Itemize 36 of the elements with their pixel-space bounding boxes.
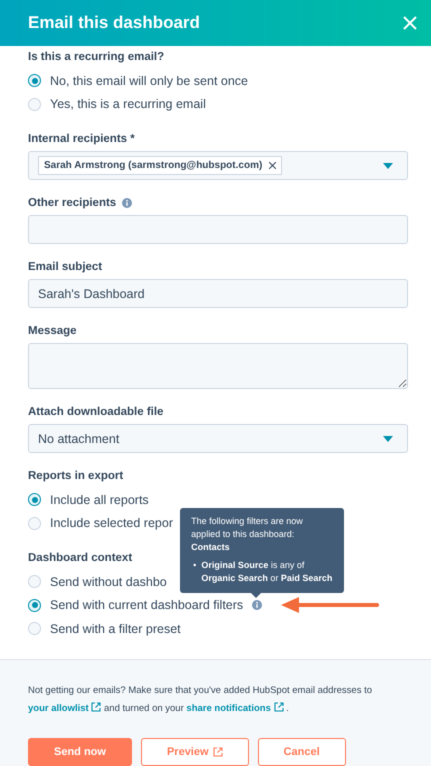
radio-label[interactable]: Include selected repor bbox=[50, 516, 173, 530]
attachment-select[interactable]: No attachment bbox=[28, 424, 408, 453]
radio-button[interactable] bbox=[28, 598, 41, 612]
radio-label[interactable]: No, this email will only be sent once bbox=[50, 74, 248, 88]
caret-icon bbox=[383, 436, 393, 442]
info-icon[interactable] bbox=[122, 198, 132, 208]
field-label: Other recipients bbox=[28, 197, 116, 209]
radio-label[interactable]: Include all reports bbox=[50, 492, 149, 507]
text-field[interactable] bbox=[28, 215, 408, 244]
tooltip-item: Original Source is any of Organic Search or Paid Search bbox=[201, 559, 334, 586]
field-label: Attach downloadable file bbox=[28, 406, 164, 418]
field-label: Message bbox=[28, 325, 77, 337]
info-icon[interactable] bbox=[252, 600, 262, 610]
field-label: Reports in export bbox=[28, 470, 124, 482]
radio-label[interactable]: Send with current dashboard filters bbox=[50, 598, 244, 612]
message-field[interactable] bbox=[28, 343, 408, 389]
notice-text: Not getting our emails? Make sure that you've added HubSpot email addresses to your allowlist and turned on your share notifications . bbox=[28, 684, 374, 716]
text-field[interactable]: Sarah's Dashboard bbox=[28, 279, 408, 308]
tooltip-heading: Contacts bbox=[191, 541, 231, 554]
radio-label[interactable]: Send with a filter preset bbox=[50, 622, 181, 636]
radio-label[interactable]: Send without dashbo bbox=[50, 574, 167, 589]
radio-button[interactable] bbox=[28, 74, 41, 88]
bullet-mark: • bbox=[193, 559, 196, 572]
field-label: Internal recipients * bbox=[28, 133, 135, 145]
radio-label[interactable]: Yes, this is a recurring email bbox=[50, 97, 206, 112]
radio-button[interactable] bbox=[28, 493, 41, 506]
tag-label: Sarah Armstrong (sarmstrong@hubspot.com) bbox=[44, 160, 262, 171]
field-label: Dashboard context bbox=[28, 552, 132, 564]
close-icon[interactable] bbox=[403, 16, 417, 30]
caret-icon bbox=[383, 162, 393, 168]
tooltip-text: The following filters are now applied to this dashboard: bbox=[191, 515, 304, 542]
remove-icon[interactable] bbox=[269, 162, 276, 169]
recipients-select[interactable]: Sarah Armstrong (sarmstrong@hubspot.com) bbox=[28, 151, 408, 180]
field-label: Email subject bbox=[28, 261, 102, 273]
field-label: Is this a recurring email? bbox=[28, 51, 164, 63]
dialog-title: Email this dashboard bbox=[28, 13, 200, 33]
